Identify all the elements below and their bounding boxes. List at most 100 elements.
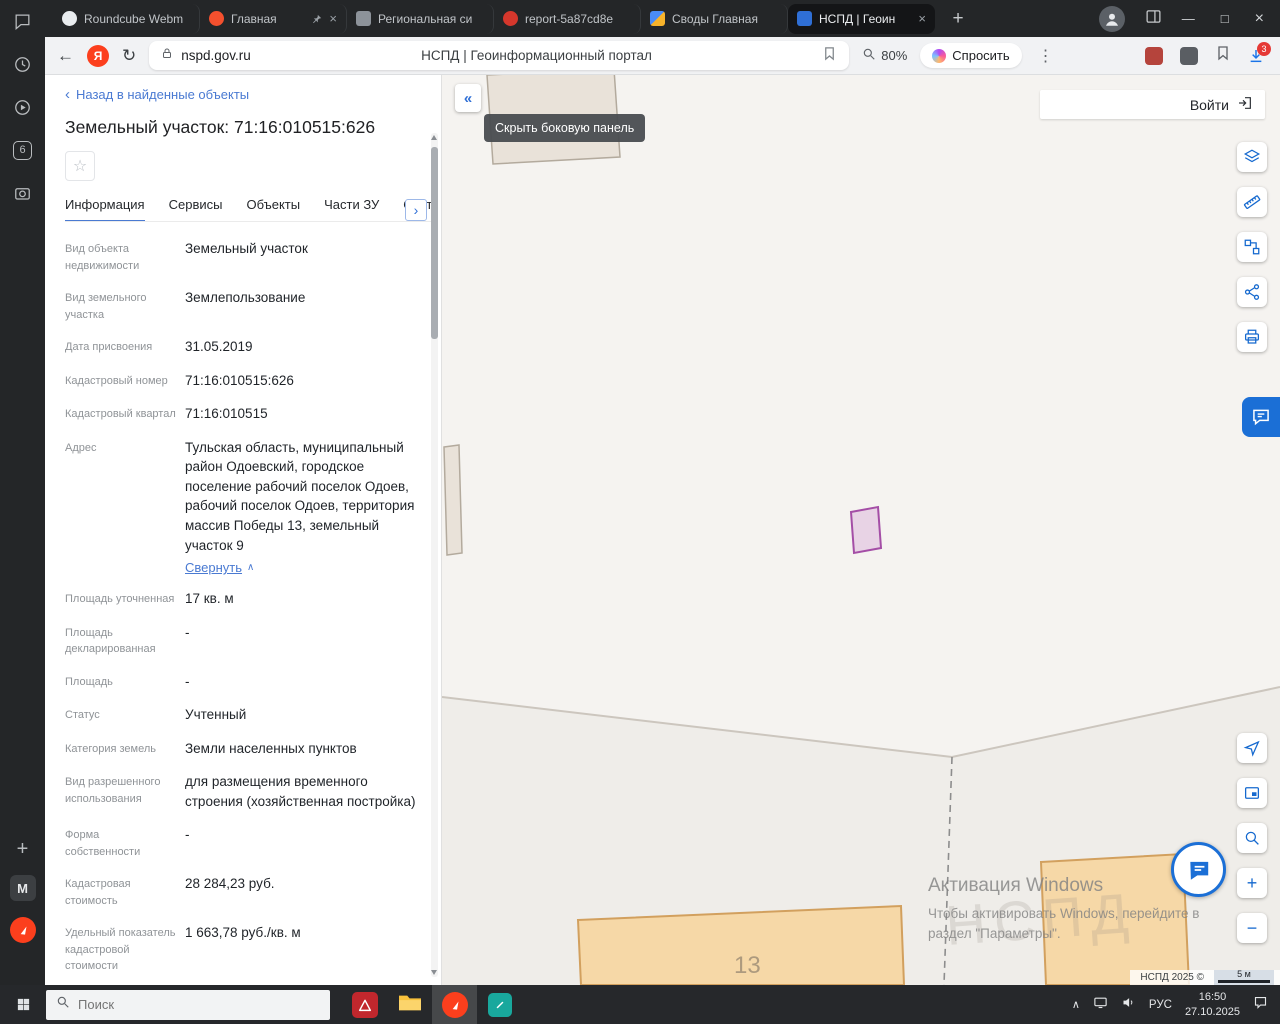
panel-tabs: ИнформацияСервисыОбъектыЧасти ЗУСост — [65, 197, 433, 222]
browser-tab[interactable]: Своды Главная — [641, 3, 788, 34]
panel-tab[interactable]: Информация — [65, 197, 145, 221]
tab-counter-badge[interactable]: 6 — [12, 139, 34, 161]
screen: 6 + M Roundcube Webm Главная × Региональная… — [0, 0, 1280, 1024]
detail-row: Категория земель Земли населенных пунктов — [65, 739, 419, 759]
window-minimize-button[interactable]: — — [1182, 12, 1195, 25]
extension-icon-1[interactable] — [1145, 46, 1163, 65]
profile-avatar[interactable] — [1098, 5, 1125, 32]
hide-sidebar-button[interactable]: « — [455, 84, 481, 112]
tabs-overflow-button[interactable]: › — [405, 199, 427, 221]
window-close-button[interactable]: × — [1255, 10, 1264, 27]
extension-icon-2[interactable] — [1180, 46, 1198, 65]
yandex-logo-icon[interactable] — [9, 917, 36, 943]
date-text: 27.10.2025 — [1184, 1005, 1240, 1018]
browser-menu-button[interactable]: ⋮ — [1035, 46, 1057, 66]
tray-expand-icon[interactable]: ∧ — [1072, 998, 1080, 1011]
detail-row: Дата присвоения 31.05.2019 — [65, 337, 419, 357]
taskbar-app-acrobat[interactable] — [342, 985, 387, 1024]
measure-button[interactable] — [1237, 187, 1267, 217]
detail-label: Кадастровый квартал — [65, 408, 176, 421]
language-indicator[interactable]: РУС — [1149, 999, 1172, 1011]
back-to-results-link[interactable]: ‹ Назад в найденные объекты — [65, 87, 249, 102]
notification-center-icon[interactable] — [1253, 995, 1268, 1015]
browser-tab[interactable]: НСПД | Геоин × — [788, 3, 935, 34]
collapse-address-link[interactable]: Свернуть ∧ — [185, 560, 254, 575]
media-play-icon[interactable] — [12, 96, 34, 118]
chevron-left-icon: ‹ — [65, 86, 70, 103]
address-bar[interactable]: nspd.gov.ru НСПД | Геоинформационный пор… — [149, 41, 850, 70]
browser-tab[interactable]: Roundcube Webm — [53, 3, 200, 34]
tab-close-icon[interactable]: × — [918, 11, 926, 26]
tab-close-icon[interactable]: × — [329, 11, 337, 26]
back-button[interactable]: ← — [57, 46, 74, 66]
start-button[interactable] — [0, 985, 46, 1024]
locate-button[interactable] — [1237, 733, 1267, 763]
login-button[interactable]: Войти — [1040, 90, 1265, 119]
layers-button[interactable] — [1237, 142, 1267, 172]
page-zoom-control[interactable]: 80% — [862, 47, 907, 64]
map-upper-region — [442, 75, 1280, 757]
panel-scrollbar[interactable] — [431, 133, 438, 977]
taskbar-app-yandex[interactable] — [432, 985, 477, 1024]
reload-button[interactable]: ↻ — [122, 46, 136, 66]
history-icon[interactable] — [12, 53, 34, 75]
panels-icon[interactable] — [1145, 8, 1162, 30]
detail-row: Удельный показатель кадастровой стоимост… — [65, 923, 419, 975]
favorite-star-button[interactable]: ☆ — [65, 151, 95, 181]
clock[interactable]: 16:50 27.10.2025 — [1185, 990, 1240, 1019]
collapse-link-label: Свернуть — [185, 560, 243, 576]
transform-tools-button[interactable] — [1237, 232, 1267, 262]
taskbar-app-4[interactable] — [477, 985, 522, 1024]
scrollbar-thumb[interactable] — [431, 147, 438, 339]
detail-row: Форма собственности - — [65, 825, 419, 860]
detail-label: Вид разрешенного использования — [65, 776, 161, 805]
sidebar-add-button[interactable]: + — [17, 839, 29, 859]
window-maximize-button[interactable]: □ — [1221, 12, 1229, 25]
scroll-down-arrow[interactable] — [431, 970, 437, 975]
zoom-in-button[interactable]: + — [1237, 868, 1267, 898]
yandex-button[interactable]: Я — [87, 44, 109, 67]
panel-tab[interactable]: Части ЗУ — [324, 197, 379, 212]
zoom-out-button[interactable]: − — [1237, 913, 1267, 943]
report-favicon — [503, 11, 518, 26]
glavnaya-favicon — [209, 11, 224, 26]
detail-value-text: 71:16:010515:626 — [185, 372, 294, 388]
panel-tab[interactable]: Объекты — [246, 197, 300, 212]
print-button[interactable] — [1237, 322, 1267, 352]
browser-sidebar: 6 + M — [0, 0, 45, 985]
ask-ai-button[interactable]: Спросить — [920, 43, 1022, 68]
taskbar-app-explorer[interactable] — [387, 985, 432, 1024]
search-area-button[interactable] — [1237, 823, 1267, 853]
tab-title: Своды Главная — [672, 11, 758, 26]
selected-parcel[interactable] — [849, 505, 883, 555]
panel-tab[interactable]: Сервисы — [169, 197, 223, 212]
network-icon[interactable] — [1093, 995, 1108, 1015]
downloads-button[interactable]: 3 — [1248, 41, 1271, 64]
detail-value-text: 31.05.2019 — [185, 339, 253, 354]
messenger-icon[interactable] — [12, 10, 34, 32]
tab-counter-value: 6 — [13, 140, 32, 160]
extension-icon-3[interactable] — [1215, 45, 1231, 66]
feedback-tab-button[interactable] — [1242, 397, 1280, 437]
tabs-container: Roundcube Webm Главная × Региональная си rep… — [53, 0, 935, 37]
browser-tab[interactable]: Главная × — [200, 3, 347, 34]
detail-value: 71:16:010515 — [185, 404, 419, 424]
volume-icon[interactable] — [1121, 995, 1136, 1015]
extent-button[interactable] — [1237, 778, 1267, 808]
scroll-up-arrow[interactable] — [431, 135, 437, 140]
roundcube-favicon — [62, 11, 77, 26]
search-input[interactable] — [78, 997, 298, 1012]
browser-tab[interactable]: report-5a87cd8e — [494, 3, 641, 34]
share-button[interactable] — [1237, 277, 1267, 307]
map-attribution: НСПД 2025 © 5 м — [1130, 969, 1280, 985]
detail-row: Кадастровый номер 71:16:010515:626 — [65, 371, 419, 391]
map-canvas[interactable]: НСПД 13 — [442, 75, 1280, 985]
page-content: ‹ Назад в найденные объекты Земельный уч… — [45, 75, 1280, 985]
workspace-m-button[interactable]: M — [9, 875, 36, 901]
taskbar-search[interactable] — [46, 989, 330, 1020]
bookmark-icon[interactable] — [822, 46, 837, 66]
browser-tab[interactable]: Региональная си — [347, 3, 494, 34]
support-chat-button[interactable] — [1171, 842, 1226, 897]
screenshot-icon[interactable] — [12, 182, 34, 204]
new-tab-button[interactable]: + — [945, 8, 971, 30]
